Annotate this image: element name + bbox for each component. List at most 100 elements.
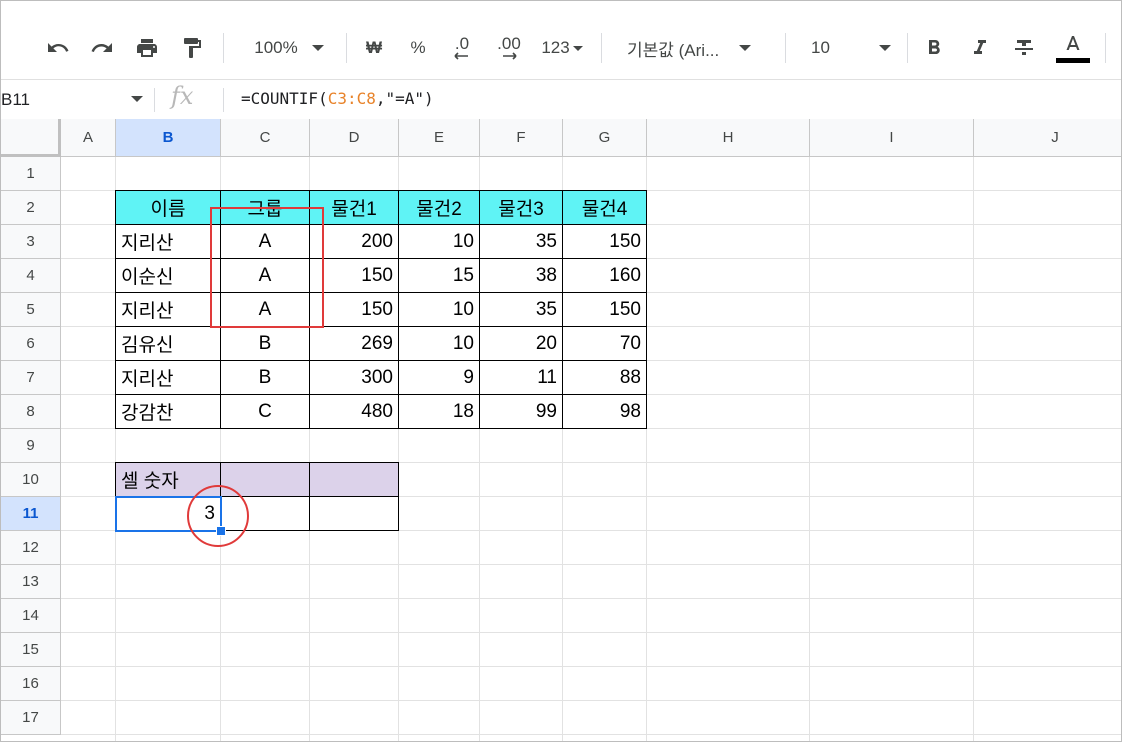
row-header-13[interactable]: 13	[1, 565, 61, 599]
table-cell[interactable]: 지리산	[115, 360, 221, 395]
column-header-j[interactable]: J	[974, 119, 1121, 157]
table-cell[interactable]: 35	[479, 224, 563, 259]
table-cell[interactable]: 20	[479, 326, 563, 361]
table-cell[interactable]: 150	[562, 292, 647, 327]
currency-button[interactable]: ₩	[357, 28, 391, 68]
table-header-cell[interactable]: 물건4	[562, 190, 647, 225]
font-family-select[interactable]: 기본값 (Ari...	[619, 28, 775, 68]
row-header-7[interactable]: 7	[1, 361, 61, 395]
table-cell[interactable]: 지리산	[115, 224, 221, 259]
print-icon[interactable]	[130, 28, 164, 68]
font-size-select[interactable]: 10	[801, 28, 897, 68]
table-header-cell[interactable]: 물건3	[479, 190, 563, 225]
column-header-b[interactable]: B	[116, 119, 221, 157]
table-cell[interactable]: 88	[562, 360, 647, 395]
table-cell[interactable]: 38	[479, 258, 563, 293]
column-header-i[interactable]: I	[810, 119, 974, 157]
table-cell[interactable]: C	[220, 394, 310, 429]
strikethrough-icon[interactable]	[1007, 28, 1041, 68]
toolbar-separator	[1105, 33, 1106, 63]
more-formats-label: 123	[541, 38, 570, 57]
count-result-cell-empty[interactable]	[309, 496, 399, 531]
annotation-result-circle	[187, 485, 249, 547]
arrow-right-icon	[503, 52, 517, 60]
table-cell[interactable]: 김유신	[115, 326, 221, 361]
table-header-cell[interactable]: 물건2	[398, 190, 480, 225]
column-header-c[interactable]: C	[221, 119, 310, 157]
column-header-h[interactable]: H	[647, 119, 810, 157]
zoom-select[interactable]: 100%	[239, 28, 339, 68]
table-cell[interactable]: 15	[398, 258, 480, 293]
row-header-1[interactable]: 1	[1, 157, 61, 191]
italic-icon[interactable]	[963, 28, 997, 68]
row-header-4[interactable]: 4	[1, 259, 61, 293]
table-cell[interactable]: 10	[398, 292, 480, 327]
undo-icon[interactable]	[41, 28, 75, 68]
row-header-9[interactable]: 9	[1, 429, 61, 463]
decimal-decrease-button[interactable]: .0	[442, 28, 482, 68]
row-header-6[interactable]: 6	[1, 327, 61, 361]
table-cell[interactable]: 지리산	[115, 292, 221, 327]
redo-icon[interactable]	[85, 28, 119, 68]
currency-label: ₩	[365, 38, 383, 57]
table-cell[interactable]: 269	[309, 326, 399, 361]
toolbar-separator	[346, 33, 347, 63]
more-formats-button[interactable]: 123	[535, 28, 589, 68]
table-header-cell[interactable]: 이름	[115, 190, 221, 225]
text-color-icon[interactable]	[1051, 28, 1095, 68]
table-cell[interactable]: 70	[562, 326, 647, 361]
table-cell[interactable]: B	[220, 360, 310, 395]
zoom-value: 100%	[254, 38, 298, 57]
count-label-cell-empty[interactable]	[309, 462, 399, 497]
table-cell[interactable]: 18	[398, 394, 480, 429]
table-cell[interactable]: 35	[479, 292, 563, 327]
table-cell[interactable]: 98	[562, 394, 647, 429]
column-header-a[interactable]: A	[61, 119, 116, 157]
bold-icon[interactable]	[917, 28, 951, 68]
table-cell[interactable]: 9	[398, 360, 480, 395]
row-header-12[interactable]: 12	[1, 531, 61, 565]
table-cell[interactable]: 이순신	[115, 258, 221, 293]
row-header-15[interactable]: 15	[1, 633, 61, 667]
row-header-14[interactable]: 14	[1, 599, 61, 633]
formula-suffix: ,"=A")	[375, 89, 434, 108]
sheet-grid[interactable]: A B C D E F G H I J 1 2 3 4 5 6 7 8 9 10 11 12 13 14 15 16 17 이름 그룹 물…	[1, 119, 1121, 741]
row-header-3[interactable]: 3	[1, 225, 61, 259]
row-header-5[interactable]: 5	[1, 293, 61, 327]
decimal-increase-label: .00	[497, 34, 521, 53]
column-header-d[interactable]: D	[310, 119, 399, 157]
decimal-increase-button[interactable]: .00	[489, 28, 529, 68]
table-cell[interactable]: 480	[309, 394, 399, 429]
paint-format-icon[interactable]	[175, 28, 209, 68]
percent-button[interactable]: %	[401, 28, 435, 68]
text-color-swatch	[1056, 57, 1090, 63]
table-cell[interactable]: 150	[562, 224, 647, 259]
name-box[interactable]: B11	[1, 80, 151, 119]
row-header-17[interactable]: 17	[1, 701, 61, 735]
table-cell[interactable]: 강감찬	[115, 394, 221, 429]
table-cell[interactable]: 99	[479, 394, 563, 429]
row-header-2[interactable]: 2	[1, 191, 61, 225]
formula-bar: B11 fx =COUNTIF(C3:C8,"=A")	[1, 79, 1121, 120]
column-header-g[interactable]: G	[563, 119, 647, 157]
table-cell[interactable]: B	[220, 326, 310, 361]
table-cell[interactable]: 11	[479, 360, 563, 395]
row-header-10[interactable]: 10	[1, 463, 61, 497]
formula-range: C3:C8	[327, 89, 376, 108]
name-box-value: B11	[1, 89, 30, 109]
row-header-11[interactable]: 11	[1, 497, 61, 531]
gridline-vertical	[973, 157, 974, 741]
table-cell[interactable]: 160	[562, 258, 647, 293]
row-header-8[interactable]: 8	[1, 395, 61, 429]
table-cell[interactable]: 10	[398, 326, 480, 361]
column-header-f[interactable]: F	[480, 119, 563, 157]
gridline-horizontal	[61, 632, 1121, 633]
column-header-e[interactable]: E	[399, 119, 480, 157]
table-cell[interactable]: 10	[398, 224, 480, 259]
chevron-down-icon	[311, 45, 324, 51]
select-all-corner[interactable]	[1, 119, 61, 157]
spreadsheet-window: 100% ₩ % .0 .00 123 기본값 (Ari... 10 B11 f…	[0, 0, 1122, 742]
formula-input[interactable]: =COUNTIF(C3:C8,"=A")	[241, 89, 434, 108]
row-header-16[interactable]: 16	[1, 667, 61, 701]
table-cell[interactable]: 300	[309, 360, 399, 395]
